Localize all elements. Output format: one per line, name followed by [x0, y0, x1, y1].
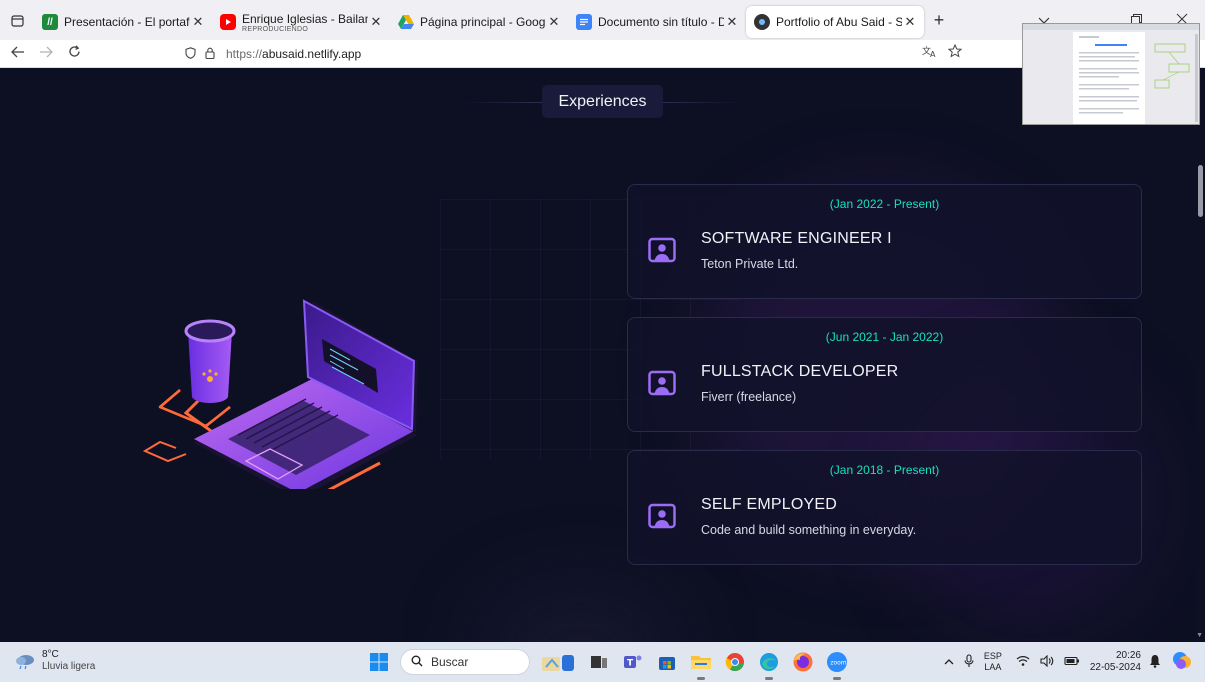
url-protocol: https:// [226, 47, 263, 61]
reload-icon[interactable] [60, 45, 88, 62]
weather-temperature: 8°C [42, 649, 59, 660]
search-label: Buscar [431, 655, 469, 669]
address-bar-actions: 文A [922, 43, 963, 61]
experience-card: (Jan 2022 - Present) SOFTWARE ENGINEER I… [627, 184, 1142, 299]
tab-title: Presentación - El portafolio de [64, 15, 190, 29]
task-view-icon[interactable] [586, 649, 612, 675]
window-preview-thumbnail[interactable] [1022, 23, 1200, 125]
experience-company: Code and build something in everyday. [701, 523, 917, 537]
chrome-icon[interactable] [722, 649, 748, 675]
document-preview-image [1023, 24, 1199, 124]
new-tab-button[interactable]: + [924, 10, 954, 31]
edge-icon[interactable] [756, 649, 782, 680]
url-text: https://abusaid.netlify.app [226, 47, 361, 61]
taskbar-clock[interactable]: 20:26 22-05-2024 [1090, 650, 1141, 674]
input-language-indicator[interactable]: ESP LAA [984, 651, 1002, 673]
green-slides-icon: // [42, 14, 58, 30]
close-tab-icon[interactable]: ✕ [190, 14, 206, 30]
url-host: abusaid.netlify.app [262, 47, 362, 61]
tab-title-text: Enrique Iglesias - Bailando ft. S [242, 11, 368, 26]
experience-date: (Jun 2021 - Jan 2022) [825, 330, 944, 344]
language-code: ESP [983, 651, 1002, 661]
portfolio-favicon [754, 14, 770, 30]
battery-icon[interactable] [1064, 656, 1080, 669]
experience-date: (Jan 2022 - Present) [829, 197, 940, 211]
windows-taskbar: 8°C Lluvia ligera Buscar T zoom ESP LAA … [0, 642, 1205, 682]
tab-playing-label: REPRODUCIENDO [242, 25, 309, 33]
user-badge-icon [647, 502, 677, 532]
firefox-icon[interactable] [790, 649, 816, 675]
google-drive-icon [398, 14, 414, 30]
taskbar-search-input[interactable]: Buscar [400, 649, 530, 675]
wifi-icon[interactable] [1016, 655, 1030, 670]
keyboard-layout-code: LAA [984, 662, 1002, 672]
taskbar-apps: Buscar T zoom [366, 642, 850, 682]
close-tab-icon[interactable]: ✕ [368, 14, 384, 30]
portfolio-page: Experiences (Jan 2022 - Present) SOFTWAR… [0, 69, 1205, 642]
zoom-icon[interactable]: zoom [824, 649, 850, 680]
lock-icon[interactable] [200, 47, 220, 62]
laptop-illustration [142, 299, 418, 489]
weather-condition: Lluvia ligera [42, 661, 96, 672]
back-arrow-icon[interactable] [4, 45, 32, 62]
address-bar[interactable]: https://abusaid.netlify.app [180, 42, 970, 66]
tab-google-docs[interactable]: Documento sin título - Docume ✕ [568, 6, 746, 38]
microsoft-store-icon[interactable] [654, 649, 680, 675]
tab-title: Página principal - Google Drive [420, 15, 546, 29]
experience-role: SELF EMPLOYED [701, 496, 837, 513]
microphone-icon[interactable] [964, 653, 974, 671]
clock-time: 20:26 [1115, 650, 1141, 661]
close-tab-icon[interactable]: ✕ [902, 14, 918, 30]
forward-arrow-icon[interactable] [32, 45, 60, 62]
bookmark-star-icon[interactable] [947, 43, 963, 61]
page-scrollbar[interactable] [1195, 69, 1205, 642]
clock-date: 22-05-2024 [1089, 662, 1141, 673]
file-explorer-icon[interactable] [688, 649, 714, 680]
heading-decor-line [462, 102, 542, 103]
experience-company: Fiverr (freelance) [701, 390, 797, 404]
windows-start-icon[interactable] [366, 649, 392, 675]
tab-presentacion[interactable]: // Presentación - El portafolio de ✕ [34, 6, 212, 38]
heading-decor-line [663, 102, 743, 103]
tab-list-icon[interactable] [0, 0, 34, 40]
background-glow [480, 589, 680, 642]
shield-icon[interactable] [180, 46, 200, 62]
tab-portfolio[interactable]: Portfolio of Abu Said - Softwar ✕ [746, 6, 924, 38]
weather-widget[interactable]: 8°C Lluvia ligera [14, 649, 95, 673]
experience-role: SOFTWARE ENGINEER I [701, 230, 892, 247]
system-tray: ESP LAA 20:26 22-05-2024 [944, 642, 1205, 682]
experience-date: (Jan 2018 - Present) [829, 463, 940, 477]
experience-card: (Jun 2021 - Jan 2022) FULLSTACK DEVELOPE… [627, 317, 1142, 432]
tab-title: Documento sin título - Docume [598, 15, 724, 29]
user-badge-icon [647, 369, 677, 399]
weather-text: 8°C Lluvia ligera [42, 649, 95, 673]
tray-overflow-chevron-icon[interactable] [944, 656, 954, 668]
svg-text:T: T [627, 659, 634, 669]
experience-company: Teton Private Ltd. [701, 257, 799, 271]
tab-youtube[interactable]: Enrique Iglesias - Bailando ft. S REPROD… [212, 6, 390, 38]
rain-cloud-icon [16, 655, 34, 670]
scroll-down-arrow-icon[interactable]: ▼ [1196, 632, 1203, 639]
experience-card: (Jan 2018 - Present) SELF EMPLOYED Code … [627, 450, 1142, 565]
news-widget-icon[interactable] [538, 649, 578, 675]
svg-text:zoom: zoom [830, 660, 846, 667]
youtube-icon [220, 14, 236, 30]
copilot-preview-icon[interactable] [1171, 650, 1193, 675]
experience-role: FULLSTACK DEVELOPER [701, 363, 899, 380]
section-title: Experiences [542, 85, 663, 118]
tab-title: Portfolio of Abu Said - Softwar [776, 15, 902, 29]
tab-title: Enrique Iglesias - Bailando ft. S REPROD… [242, 12, 368, 33]
tab-google-drive[interactable]: Página principal - Google Drive ✕ [390, 6, 568, 38]
speaker-icon[interactable] [1040, 654, 1054, 670]
translate-icon[interactable]: 文A [922, 44, 938, 61]
close-tab-icon[interactable]: ✕ [724, 14, 740, 30]
svg-text:A: A [930, 50, 936, 58]
teams-icon[interactable]: T [620, 649, 646, 675]
google-docs-icon [576, 14, 592, 30]
scrollbar-thumb[interactable] [1198, 165, 1203, 217]
notification-bell-icon[interactable] [1149, 654, 1161, 671]
user-badge-icon [647, 236, 677, 266]
close-tab-icon[interactable]: ✕ [546, 14, 562, 30]
search-icon [411, 655, 423, 670]
